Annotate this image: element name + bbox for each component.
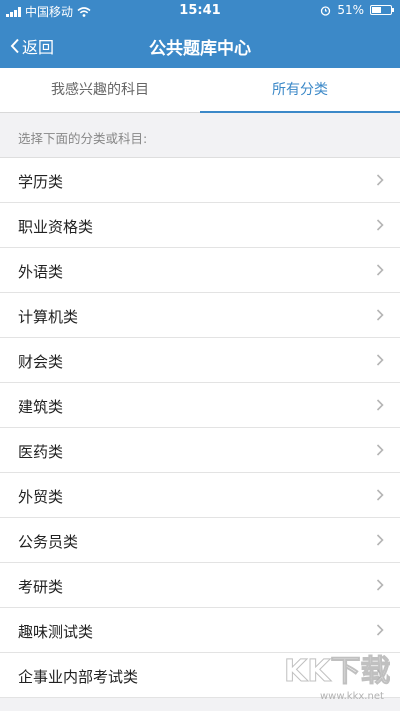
category-label: 职业资格类	[18, 218, 94, 236]
battery-percent: 51%	[337, 3, 364, 17]
category-row[interactable]: 外语类	[0, 248, 400, 293]
alarm-icon	[321, 5, 331, 16]
nav-bar: 返回 公共题库中心	[0, 22, 400, 68]
top-bar: 中国移动 15:41 51% 返回 公共题库中心	[0, 0, 400, 68]
page-title: 公共题库中心	[149, 39, 251, 59]
watermark-logo: KK下载	[284, 654, 390, 689]
category-label: 趣味测试类	[18, 623, 94, 641]
chevron-right-icon	[376, 444, 384, 456]
chevron-right-icon	[376, 264, 384, 276]
tab-interested-subjects[interactable]: 我感兴趣的科目	[0, 68, 200, 112]
category-row[interactable]: 计算机类	[0, 293, 400, 338]
category-label: 考研类	[18, 578, 64, 596]
chevron-right-icon	[376, 354, 384, 366]
category-row[interactable]: 公务员类	[0, 518, 400, 563]
category-label: 企事业内部考试类	[18, 668, 139, 686]
category-label: 公务员类	[18, 533, 79, 551]
category-label: 计算机类	[18, 308, 79, 326]
chevron-right-icon	[376, 579, 384, 591]
category-row[interactable]: 建筑类	[0, 383, 400, 428]
category-row[interactable]: 职业资格类	[0, 203, 400, 248]
chevron-right-icon	[376, 534, 384, 546]
category-row[interactable]: 学历类	[0, 158, 400, 203]
category-row[interactable]: 医药类	[0, 428, 400, 473]
kkx-watermark: KK下载 www.kkx.net	[284, 654, 391, 703]
watermark-url: www.kkx.net	[320, 691, 384, 702]
battery-fill	[372, 7, 381, 13]
category-row[interactable]: 考研类	[0, 563, 400, 608]
category-label: 医药类	[18, 443, 64, 461]
category-list: 学历类职业资格类外语类计算机类财会类建筑类医药类外贸类公务员类考研类趣味测试类企…	[0, 157, 400, 698]
battery-icon	[370, 5, 394, 15]
chevron-right-icon	[376, 399, 384, 411]
category-label: 建筑类	[18, 398, 64, 416]
section-hint: 选择下面的分类或科目:	[18, 131, 148, 146]
category-label: 外语类	[18, 263, 64, 281]
chevron-right-icon	[376, 489, 384, 501]
status-right: 51%	[320, 3, 394, 17]
chevron-right-icon	[376, 309, 384, 321]
chevron-right-icon	[376, 219, 384, 231]
category-label: 外贸类	[18, 488, 64, 506]
category-label: 学历类	[18, 173, 64, 191]
category-row[interactable]: 财会类	[0, 338, 400, 383]
chevron-right-icon	[376, 174, 384, 186]
category-label: 财会类	[18, 353, 64, 371]
status-bar: 中国移动 15:41 51%	[0, 0, 400, 22]
tab-all-categories[interactable]: 所有分类	[200, 68, 400, 113]
category-row[interactable]: 外贸类	[0, 473, 400, 518]
chevron-right-icon	[376, 624, 384, 636]
tab-bar: 我感兴趣的科目 所有分类	[0, 68, 400, 113]
